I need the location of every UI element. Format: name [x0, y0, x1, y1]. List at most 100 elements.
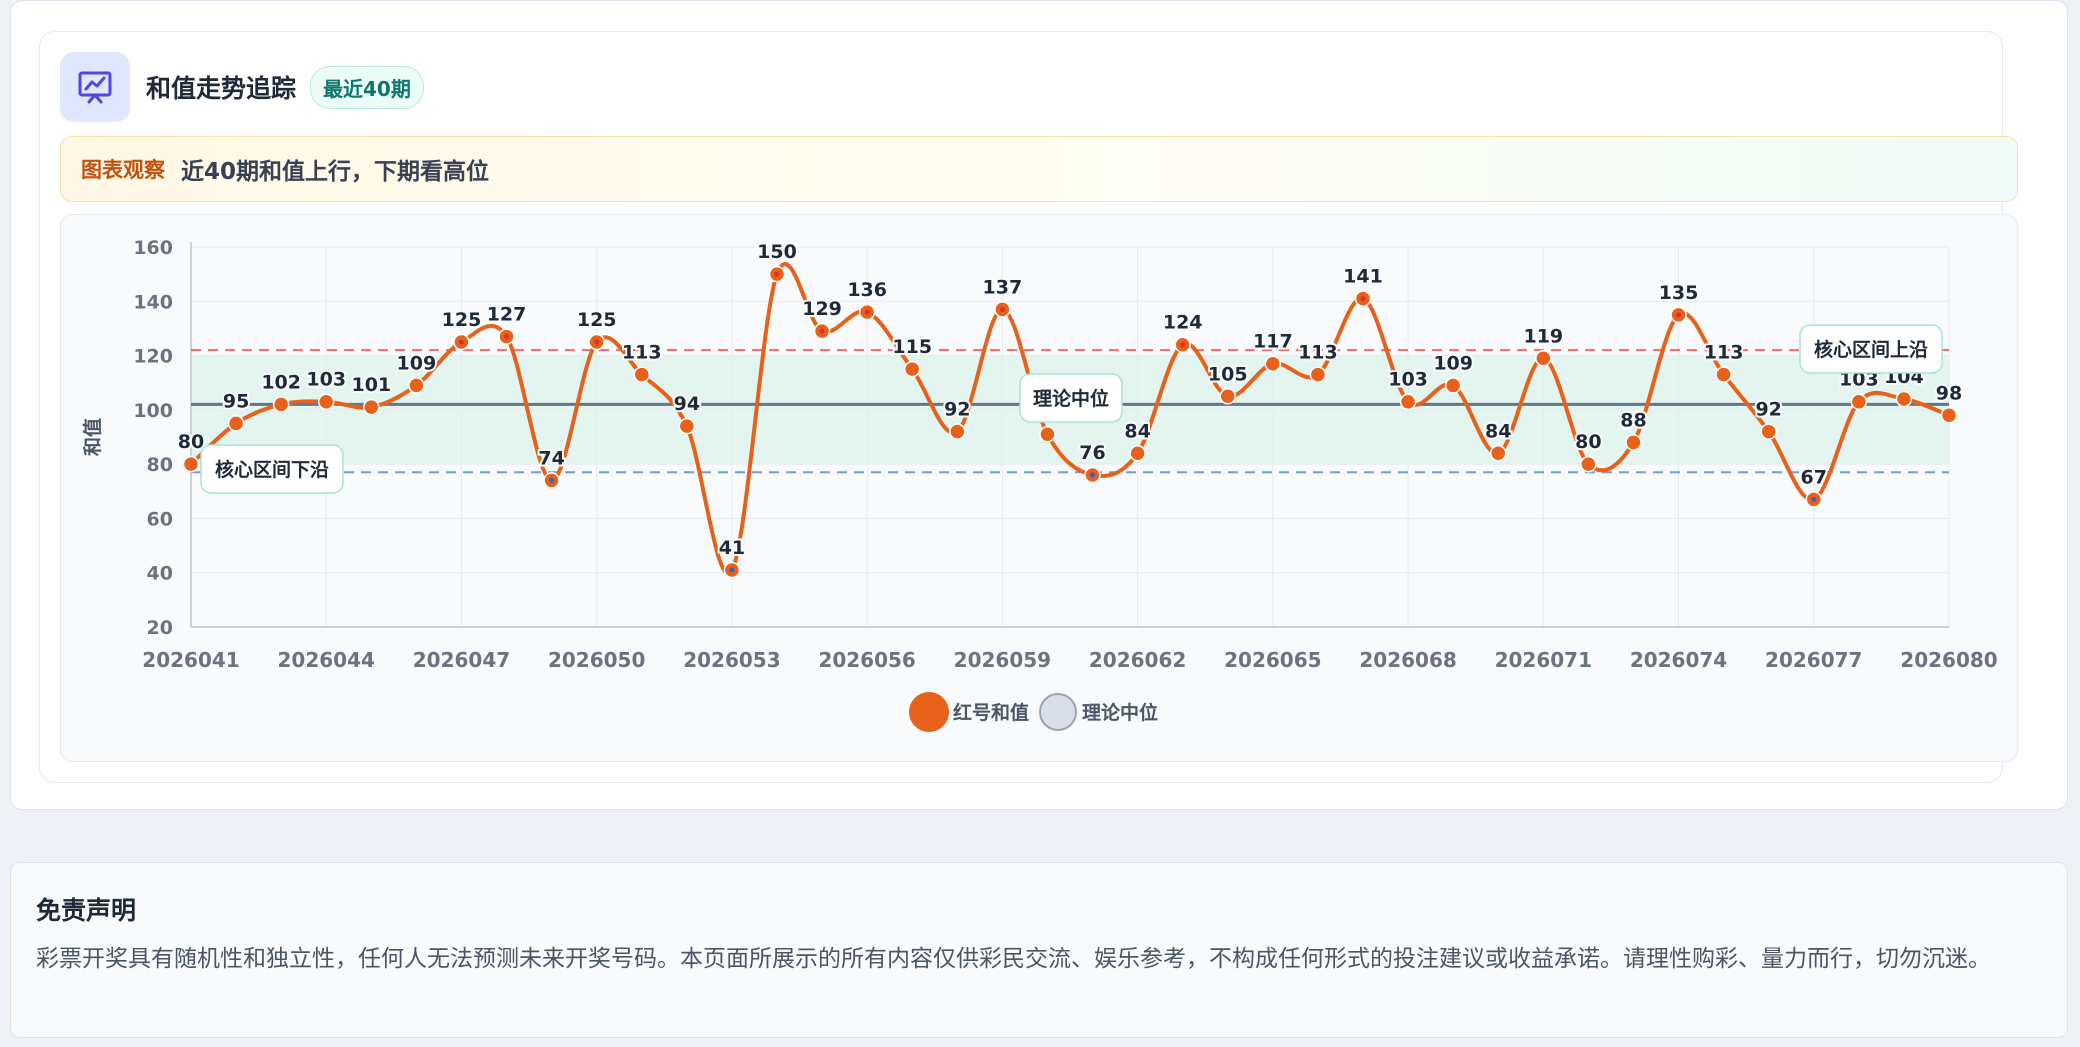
high-marker: [864, 309, 870, 315]
data-label: 95: [223, 390, 249, 412]
x-tick-label: 2026077: [1765, 648, 1862, 672]
data-label: 117: [1253, 331, 1293, 353]
data-point: [1489, 445, 1507, 462]
data-label: 136: [847, 279, 887, 301]
high-marker: [594, 339, 600, 345]
chart-panel: 和值走势追踪 最近40期 图表观察 近40期和值上行，下期看高位 20 40 60 8…: [39, 31, 2018, 783]
high-marker: [1676, 312, 1682, 318]
x-tick-label: 2026074: [1630, 648, 1727, 672]
data-point: [1444, 377, 1462, 394]
disclaimer-text: 彩票开奖具有随机性和独立性，任何人无法预测未来开奖号码。本页面所展示的所有内容仅…: [36, 946, 1991, 972]
data-label: 137: [983, 276, 1023, 298]
data-point: [1580, 455, 1597, 473]
data-point: [1039, 426, 1056, 443]
legend-label-median: 理论中位: [1082, 701, 1158, 724]
data-label: 84: [1485, 420, 1511, 442]
data-label: 88: [1620, 409, 1646, 431]
x-tick-label: 2026056: [818, 648, 915, 672]
x-tick-label: 2026080: [1900, 648, 1997, 672]
legend-label-sum: 红号和值: [953, 701, 1029, 724]
data-label: 98: [1936, 382, 1962, 404]
low-marker: [1811, 496, 1817, 502]
data-label: 103: [306, 369, 346, 391]
data-point: [903, 360, 921, 378]
data-label: 67: [1801, 466, 1827, 488]
data-label: 129: [802, 298, 842, 320]
data-point: [182, 455, 200, 473]
period-badge: 最近40期: [310, 65, 424, 109]
data-label: 101: [351, 374, 391, 396]
data-label: 115: [892, 336, 932, 358]
panel-header: 和值走势追踪 最近40期: [60, 52, 424, 122]
data-label: 135: [1659, 282, 1699, 304]
data-label: 141: [1343, 266, 1383, 288]
data-point: [1399, 393, 1417, 410]
disclaimer-title: 免责声明: [36, 896, 137, 925]
data-label: 103: [1388, 369, 1428, 391]
data-label: 74: [538, 447, 564, 469]
data-point: [1760, 423, 1777, 440]
x-tick-label: 2026053: [683, 648, 780, 672]
high-marker: [458, 339, 464, 345]
data-point: [678, 417, 696, 435]
observation-text: 近40期和值上行，下期看高位: [181, 159, 490, 185]
high-marker: [1360, 296, 1366, 302]
data-point: [1535, 350, 1552, 367]
data-point: [227, 415, 245, 432]
data-label: 80: [1575, 431, 1601, 453]
data-point: [1219, 388, 1237, 405]
low-marker: [1090, 472, 1096, 478]
data-label: 92: [944, 399, 970, 421]
low-marker: [729, 567, 735, 573]
x-tick-label: 2026050: [548, 648, 645, 672]
data-point: [1940, 407, 1958, 424]
data-label: 125: [442, 309, 482, 331]
x-tick-label: 2026047: [413, 648, 510, 672]
data-point: [1625, 434, 1642, 451]
data-point: [408, 377, 425, 394]
high-marker: [999, 306, 1005, 312]
high-marker: [774, 271, 780, 277]
y-tick-label: 20: [147, 617, 173, 639]
data-label: 127: [487, 304, 527, 326]
data-label: 41: [719, 537, 745, 559]
data-label: 150: [757, 241, 797, 263]
data-label: 102: [261, 371, 301, 393]
data-label: 80: [178, 431, 204, 453]
low-marker: [549, 477, 555, 483]
x-tick-label: 2026044: [278, 648, 375, 672]
x-tick-label: 2026068: [1359, 648, 1456, 672]
data-point: [1309, 366, 1327, 383]
data-point: [1264, 355, 1282, 372]
high-marker: [819, 328, 825, 334]
y-tick-label: 80: [147, 454, 173, 476]
data-point: [633, 366, 651, 383]
observation-banner: 图表观察 近40期和值上行，下期看高位: [60, 136, 2018, 202]
data-point: [949, 423, 966, 440]
x-tick-label: 2026062: [1089, 648, 1186, 672]
data-label: 113: [1298, 342, 1338, 364]
chart-area: 20 40 60 80 100 120 140 160 2026041 2026044 202604…: [60, 214, 2018, 762]
y-tick-label: 140: [133, 291, 173, 313]
data-label: 119: [1523, 325, 1563, 347]
y-tick-label: 160: [133, 237, 173, 259]
high-marker: [1180, 342, 1186, 348]
x-tick-label: 2026041: [142, 648, 239, 672]
x-tick-label: 2026071: [1495, 648, 1592, 672]
upper-bound-annotation: 核心区间上沿: [1814, 338, 1928, 361]
data-point: [363, 398, 380, 416]
data-point: [317, 393, 335, 410]
y-tick-label: 100: [133, 400, 173, 422]
data-point: [1715, 366, 1732, 383]
data-label: 105: [1208, 363, 1248, 385]
data-point: [1850, 393, 1868, 410]
high-marker: [504, 334, 510, 340]
data-label: 94: [674, 393, 700, 415]
data-label: 109: [1433, 352, 1473, 374]
y-tick-label: 40: [147, 563, 173, 585]
sum-trend-chart: 204060801001201401602026041 2026044 202604…: [81, 237, 1998, 732]
observation-label: 图表观察: [81, 158, 165, 182]
data-label: 76: [1079, 442, 1105, 464]
data-point: [272, 396, 290, 413]
legend-swatch-sum: [909, 692, 949, 732]
